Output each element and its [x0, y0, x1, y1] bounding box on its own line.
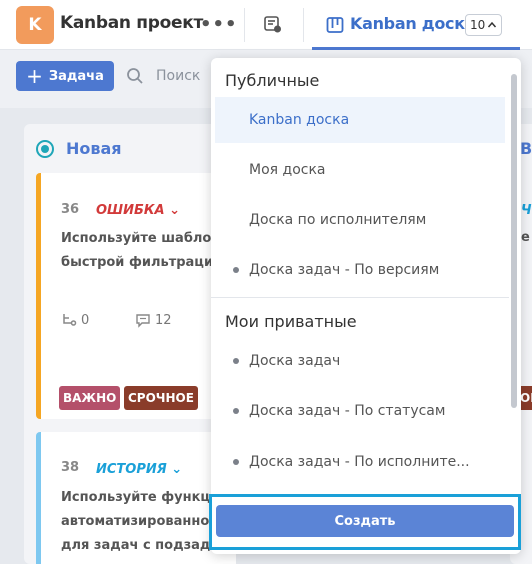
subtasks-count: 0	[61, 312, 89, 328]
board-item-by-assignee-private[interactable]: Доска задач - По исполните...	[211, 439, 509, 485]
add-task-label: Задача	[48, 68, 104, 84]
project-avatar[interactable]: K	[16, 6, 54, 44]
project-title[interactable]: Kanban проект	[60, 13, 203, 33]
peek-card-text: е	[521, 230, 530, 245]
search-input[interactable]: Поиск	[156, 68, 200, 84]
task-card[interactable]: 36 ОШИБКА ⌄ Используйте шаблоны быстрой …	[36, 173, 236, 419]
board-item-tasks[interactable]: Доска задач	[211, 338, 509, 384]
bullet-icon	[233, 358, 239, 364]
board-item-label: Доска задач - По версиям	[249, 262, 440, 278]
create-board-button[interactable]: Создать	[216, 505, 514, 537]
subtasks-value: 0	[81, 312, 90, 328]
board-item-by-version[interactable]: Доска задач - По версиям	[211, 247, 509, 293]
tag-important[interactable]: ВАЖНО	[59, 386, 121, 410]
board-count: 10	[470, 18, 486, 32]
status-ring-icon	[36, 140, 54, 158]
bullet-icon	[233, 267, 239, 273]
divider	[303, 8, 304, 42]
column-title[interactable]: Новая	[66, 139, 122, 158]
board-item-label: Доска задач - По исполните...	[249, 454, 470, 470]
task-number: 36	[61, 202, 80, 217]
public-section-header: Публичные	[225, 71, 320, 90]
chevron-up-icon	[488, 21, 497, 28]
section-divider	[211, 297, 509, 298]
task-type-label: ОШИБКА	[96, 203, 165, 218]
tab-kanban-board[interactable]: Kanban доска 10	[312, 0, 520, 50]
top-bar: K Kanban проект ••• Kanban доска 10	[0, 0, 532, 50]
comments-count: 12	[135, 312, 172, 328]
task-card[interactable]: 38 ИСТОРИЯ ⌄ Используйте функции автомат…	[36, 432, 257, 564]
board-item-label: Доска задач - По статусам	[249, 403, 446, 419]
task-type[interactable]: ИСТОРИЯ ⌄	[96, 462, 182, 477]
board-item-by-status[interactable]: Доска задач - По статусам	[211, 388, 509, 434]
boards-dropdown: Публичные Kanban доска Моя доска Доска п…	[211, 58, 521, 554]
dropdown-scrollbar[interactable]	[511, 74, 517, 408]
board-item-label: Kanban доска	[249, 112, 350, 128]
task-type-label: ИСТОРИЯ	[96, 462, 167, 477]
board-item-label: Моя доска	[249, 162, 326, 178]
board-count-badge[interactable]: 10	[465, 14, 503, 36]
add-task-button[interactable]: + Задача	[16, 61, 114, 91]
tab-label: Kanban доска	[350, 14, 476, 33]
board-item-by-assignee[interactable]: Доска по исполнителям	[211, 197, 509, 243]
comments-value: 12	[155, 312, 172, 328]
chevron-down-icon: ⌄	[171, 462, 183, 477]
boards-settings-icon[interactable]	[263, 14, 283, 38]
more-dots-icon[interactable]: •••	[200, 14, 238, 35]
peek-card-type: Ч	[521, 203, 532, 218]
board-item-label: Доска задач	[249, 353, 341, 369]
task-type[interactable]: ОШИБКА ⌄	[96, 203, 180, 218]
kanban-icon	[326, 16, 344, 38]
board-item-kanban[interactable]: Kanban доска	[215, 97, 505, 143]
tag-urgent[interactable]: СРОЧНОЕ	[124, 386, 198, 410]
comment-icon	[136, 314, 150, 328]
task-number: 38	[61, 460, 80, 475]
tab-underline	[312, 47, 520, 50]
plus-icon: +	[26, 64, 43, 88]
bullet-icon	[233, 408, 239, 414]
chevron-down-icon: ⌄	[169, 203, 181, 218]
board-item-my-board[interactable]: Моя доска	[211, 147, 509, 193]
board-item-label: Доска по исполнителям	[249, 212, 427, 228]
bullet-icon	[233, 459, 239, 465]
subtasks-icon	[63, 314, 77, 326]
column-title[interactable]: В	[520, 139, 532, 158]
divider	[244, 8, 245, 42]
private-section-header: Мои приватные	[225, 312, 357, 331]
search-icon[interactable]	[126, 67, 144, 89]
